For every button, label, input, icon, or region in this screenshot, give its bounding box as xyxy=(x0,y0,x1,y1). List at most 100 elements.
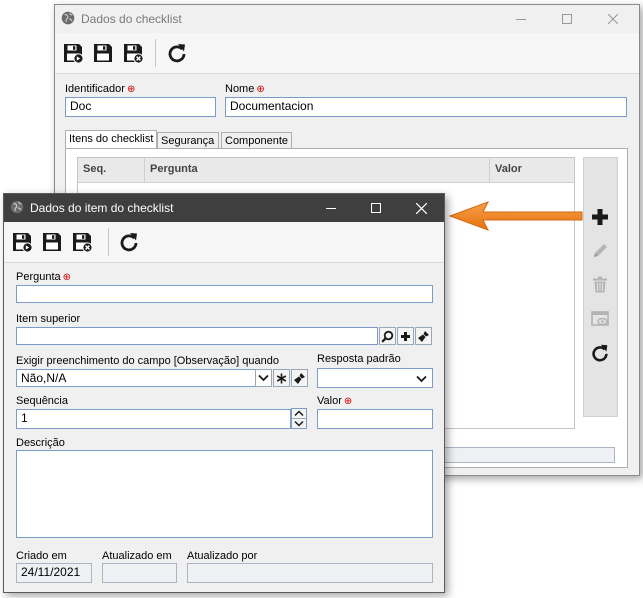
clear-icon xyxy=(294,372,305,384)
save-close-icon xyxy=(124,44,144,64)
sequencia-input[interactable]: 1 xyxy=(16,409,291,429)
checklist-item-titlebar: Dados do item do checklist xyxy=(4,194,444,222)
required-icon: ⊕ xyxy=(62,272,72,283)
save-close-button[interactable] xyxy=(121,41,145,65)
exigir-dropdown-button[interactable] xyxy=(255,369,272,387)
window-maximize-icon xyxy=(562,14,572,24)
edit-icon xyxy=(594,244,607,257)
window-minimize-button[interactable] xyxy=(308,194,354,222)
checklist-toolbar xyxy=(55,33,639,74)
checklist-item-window: Dados do item do checklist Pergunta ⊕ Ite… xyxy=(3,193,445,593)
window-close-icon xyxy=(415,202,427,214)
view-icon xyxy=(591,311,609,326)
exigir-select-all-button[interactable] xyxy=(273,369,290,387)
grid-header-seq[interactable]: Seq. xyxy=(83,163,106,175)
refresh-icon xyxy=(168,42,187,63)
window-minimize-icon xyxy=(326,208,336,209)
globe-icon xyxy=(10,200,24,214)
grid-header-pergunta[interactable]: Pergunta xyxy=(150,163,198,175)
pergunta-input[interactable] xyxy=(16,285,433,303)
grid-header: Seq. Pergunta Valor xyxy=(78,158,574,183)
required-icon: ⊕ xyxy=(256,84,265,95)
item-superior-search-button[interactable] xyxy=(379,327,396,345)
view-button[interactable] xyxy=(589,308,611,330)
item-superior-input[interactable] xyxy=(16,327,378,345)
sequencia-stepper[interactable] xyxy=(291,408,307,429)
toolbar-separator xyxy=(155,39,156,67)
required-icon: ⊕ xyxy=(343,396,353,407)
window-maximize-button[interactable] xyxy=(544,5,590,33)
edit-button[interactable] xyxy=(589,240,611,262)
toolbar-separator xyxy=(108,228,109,256)
identificador-label-text: Identificador xyxy=(65,83,125,95)
window-minimize-icon xyxy=(516,19,526,20)
add-button[interactable] xyxy=(589,206,611,228)
pergunta-label: Pergunta ⊕ xyxy=(16,271,71,283)
tab-itens-do-checklist[interactable]: Itens do checklist xyxy=(65,130,157,149)
window-close-icon xyxy=(608,14,618,24)
atualizado-em-field xyxy=(102,563,177,583)
stepper-divider xyxy=(292,418,306,419)
criado-em-field: 24/11/2021 xyxy=(16,563,92,583)
item-superior-add-button[interactable] xyxy=(397,327,414,345)
chevron-down-icon[interactable] xyxy=(294,420,304,427)
chevron-down-icon xyxy=(258,374,269,382)
delete-button[interactable] xyxy=(589,274,611,296)
window-maximize-button[interactable] xyxy=(353,194,399,222)
arrow-annotation xyxy=(448,201,583,231)
descricao-textarea[interactable] xyxy=(16,450,433,538)
save-button[interactable] xyxy=(40,230,64,254)
exigir-clear-button[interactable] xyxy=(291,369,308,387)
window-close-button[interactable] xyxy=(398,194,444,222)
item-superior-clear-button[interactable] xyxy=(415,327,432,345)
grid-header-valor[interactable]: Valor xyxy=(495,163,522,175)
pergunta-label-text: Pergunta xyxy=(16,271,61,283)
exigir-select[interactable]: Não,N/A xyxy=(16,369,256,387)
window-maximize-icon xyxy=(371,203,381,213)
nome-input[interactable]: Documentacion xyxy=(225,97,627,117)
exigir-label: Exigir preenchimento do campo [Observaçã… xyxy=(16,355,279,367)
nome-label-text: Nome xyxy=(225,83,255,95)
save-icon xyxy=(94,44,112,62)
tab-seguranca[interactable]: Segurança xyxy=(157,132,219,149)
chevron-down-icon[interactable] xyxy=(416,375,427,383)
add-icon xyxy=(401,331,410,341)
resposta-padrao-label: Resposta padrão xyxy=(317,353,401,365)
refresh-icon xyxy=(120,231,139,252)
nome-label: Nome ⊕ xyxy=(225,83,265,95)
save-close-icon xyxy=(73,233,93,253)
identificador-input[interactable]: Doc xyxy=(65,97,216,117)
save-new-button[interactable] xyxy=(61,41,85,65)
save-new-icon xyxy=(13,233,33,253)
add-icon xyxy=(592,209,608,225)
valor-input[interactable] xyxy=(317,409,433,429)
valor-label: Valor ⊕ xyxy=(317,395,352,407)
sequencia-label: Sequência xyxy=(16,395,68,407)
asterisk-icon xyxy=(276,373,287,383)
window-minimize-button[interactable] xyxy=(498,5,544,33)
atualizado-por-field xyxy=(187,563,433,583)
save-close-button[interactable] xyxy=(70,230,94,254)
clear-icon xyxy=(418,330,429,342)
checklist-window-title: Dados do checklist xyxy=(81,12,182,26)
checklist-item-toolbar xyxy=(4,222,444,263)
save-button[interactable] xyxy=(91,41,115,65)
checklist-item-window-title: Dados do item do checklist xyxy=(30,201,174,215)
save-new-icon xyxy=(64,44,84,64)
chevron-up-icon[interactable] xyxy=(294,410,304,417)
descricao-label: Descrição xyxy=(16,437,65,449)
globe-icon xyxy=(61,11,75,25)
grid-refresh-button[interactable] xyxy=(589,342,611,364)
refresh-icon xyxy=(592,343,609,362)
window-close-button[interactable] xyxy=(590,5,636,33)
tab-componente[interactable]: Componente xyxy=(221,132,292,149)
required-icon: ⊕ xyxy=(126,84,136,95)
atualizado-por-label: Atualizado por xyxy=(187,550,258,562)
delete-icon xyxy=(593,276,607,293)
refresh-button[interactable] xyxy=(165,41,189,65)
atualizado-em-label: Atualizado em xyxy=(102,550,172,562)
save-new-button[interactable] xyxy=(10,230,34,254)
refresh-button[interactable] xyxy=(117,230,141,254)
search-icon xyxy=(381,330,394,343)
grid-divider xyxy=(489,158,490,182)
